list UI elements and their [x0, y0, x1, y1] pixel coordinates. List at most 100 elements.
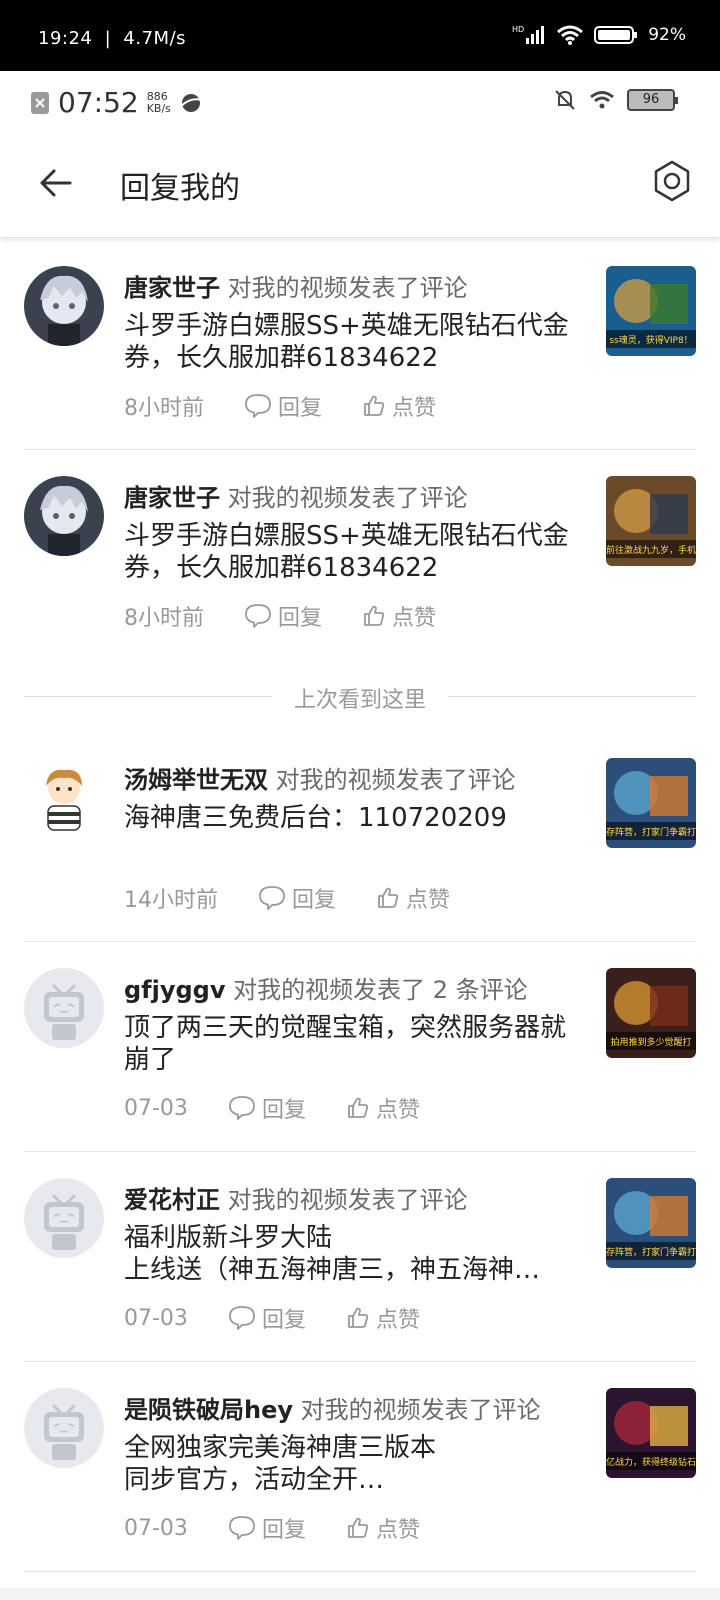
avatar[interactable] — [24, 1388, 104, 1468]
reply-time: 07-03 — [124, 1305, 188, 1331]
comment-content[interactable]: 海神唐三免费后台：110720209 — [124, 802, 584, 834]
like-button[interactable]: 点赞 — [362, 390, 436, 422]
reply-item[interactable]: 唐家世子 对我的视频发表了评论斗罗手游白嫖服SS+英雄无限钻石代金券，长久服加群… — [0, 450, 720, 660]
video-thumbnail[interactable]: 存阵营，打家门争霸打 — [606, 1178, 696, 1268]
reply-item[interactable]: 唐家世子 对我的视频发表了评论斗罗手游白嫖服SS+英雄无限钻石代金券，长久服加群… — [0, 240, 720, 450]
reply-label: 回复 — [261, 1518, 306, 1543]
reply-button[interactable]: 回复 — [228, 1092, 306, 1124]
last-seen-label: 上次看到这里 — [293, 688, 426, 713]
reply-item[interactable]: 是陨铁破局hey 对我的视频发表了评论全网独家完美海神唐三版本 同步官方，活动全… — [0, 1362, 720, 1572]
like-icon — [364, 395, 385, 416]
system-time: 19:24 — [38, 28, 93, 49]
video-thumbnail[interactable]: ss魂灵，获得VIP8！ — [606, 266, 696, 356]
reply-icon — [229, 1306, 255, 1330]
video-thumbnail[interactable]: 拍用推到多少觉醒打 — [606, 968, 696, 1058]
reply-header: 是陨铁破局hey 对我的视频发表了评论 — [124, 1390, 541, 1425]
reply-button[interactable]: 回复 — [228, 1302, 306, 1334]
reply-time: 8小时前 — [124, 606, 204, 631]
reply-list: 唐家世子 对我的视频发表了评论斗罗手游白嫖服SS+英雄无限钻石代金券，长久服加群… — [0, 240, 720, 1572]
like-icon — [378, 887, 399, 908]
back-arrow-icon[interactable] — [36, 163, 76, 203]
like-button[interactable]: 点赞 — [376, 882, 450, 914]
reply-time: 8小时前 — [124, 396, 204, 421]
thumb-caption: ss魂灵，获得VIP8！ — [609, 334, 692, 346]
planet-icon — [180, 93, 202, 112]
reply-header: gfjyggv 对我的视频发表了 2 条评论 — [124, 970, 528, 1005]
cartoon-avatar-icon — [24, 758, 104, 838]
thumb-caption: 拍用推到多少觉醒打 — [610, 1036, 691, 1048]
video-thumbnail[interactable]: 亿战力，获得终级钻石 — [606, 1388, 696, 1478]
battery-percent: 92% — [648, 25, 686, 45]
comment-content[interactable]: 斗罗手游白嫖服SS+英雄无限钻石代金券，长久服加群61834622 — [124, 520, 584, 584]
reply-button[interactable]: 回复 — [244, 600, 322, 632]
reply-header: 汤姆举世无双 对我的视频发表了评论 — [124, 760, 516, 795]
last-seen-divider: 上次看到这里 — [0, 660, 720, 732]
notification-x-icon — [31, 91, 49, 114]
reply-icon — [229, 1516, 255, 1540]
reply-meta: 14小时前 回复 点赞 — [124, 882, 490, 914]
reply-icon — [259, 886, 285, 910]
avatar[interactable] — [24, 1178, 104, 1258]
system-status-bar: 19:24 | 4.7M/s HD 92% — [0, 0, 720, 71]
reply-header: 爱花村正 对我的视频发表了评论 — [124, 1180, 468, 1215]
user-name[interactable]: 爱花村正 — [124, 1186, 220, 1214]
reply-button[interactable]: 回复 — [228, 1512, 306, 1544]
like-icon — [364, 605, 385, 626]
anime-avatar-icon — [24, 266, 104, 346]
network-speed: 4.7M/s — [123, 28, 187, 49]
default-tv-avatar-icon — [24, 1178, 104, 1258]
reply-button[interactable]: 回复 — [244, 390, 322, 422]
like-label: 点赞 — [406, 888, 451, 913]
reply-item[interactable]: 汤姆举世无双 对我的视频发表了评论海神唐三免费后台：110720209 14小时前… — [0, 732, 720, 942]
settings-hexagon-icon[interactable] — [650, 159, 694, 203]
reply-action-text: 对我的视频发表了评论 — [227, 1186, 468, 1214]
reply-action-text: 对我的视频发表了 2 条评论 — [233, 976, 528, 1004]
thumb-caption: 存阵营，打家门争霸打 — [606, 826, 696, 838]
like-label: 点赞 — [392, 606, 437, 631]
reply-meta: 07-03 回复 点赞 — [124, 1512, 460, 1544]
reply-label: 回复 — [278, 396, 323, 421]
reply-header: 唐家世子 对我的视频发表了评论 — [124, 478, 468, 513]
user-name[interactable]: 是陨铁破局hey — [124, 1396, 293, 1424]
avatar[interactable] — [24, 266, 104, 346]
user-name[interactable]: 唐家世子 — [124, 484, 220, 512]
anime-avatar-icon — [24, 476, 104, 556]
reply-action-text: 对我的视频发表了评论 — [275, 766, 516, 794]
secondary-status-left: 07:52 886 KB/s — [30, 86, 203, 119]
reply-time: 14小时前 — [124, 888, 218, 913]
user-name[interactable]: gfjyggv — [124, 976, 226, 1004]
reply-label: 回复 — [278, 606, 323, 631]
comment-content[interactable]: 顶了两三天的觉醒宝箱，突然服务器就崩了 — [124, 1012, 584, 1076]
comment-content[interactable]: 斗罗手游白嫖服SS+英雄无限钻石代金券，长久服加群61834622 — [124, 310, 584, 374]
reply-header: 唐家世子 对我的视频发表了评论 — [124, 268, 468, 303]
video-thumbnail[interactable]: 存阵营，打家门争霸打 — [606, 758, 696, 848]
thumb-caption: 亿战力，获得终级钻石 — [606, 1456, 696, 1468]
reply-action-text: 对我的视频发表了评论 — [227, 484, 468, 512]
avatar[interactable] — [24, 476, 104, 556]
reply-item[interactable]: gfjyggv 对我的视频发表了 2 条评论顶了两三天的觉醒宝箱，突然服务器就崩… — [0, 942, 720, 1152]
system-indicators: HD 92% — [512, 24, 686, 46]
reply-time: 07-03 — [124, 1095, 188, 1121]
like-button[interactable]: 点赞 — [362, 600, 436, 632]
comment-content[interactable]: 全网独家完美海神唐三版本 同步官方，活动全开… — [124, 1432, 584, 1496]
reply-item[interactable]: 爱花村正 对我的视频发表了评论福利版新斗罗大陆 上线送（神五海神唐三，神五海神…… — [0, 1152, 720, 1362]
like-icon — [348, 1097, 369, 1118]
avatar[interactable] — [24, 758, 104, 838]
like-button[interactable]: 点赞 — [346, 1092, 420, 1124]
like-button[interactable]: 点赞 — [346, 1512, 420, 1544]
user-name[interactable]: 汤姆举世无双 — [124, 766, 268, 794]
like-button[interactable]: 点赞 — [346, 1302, 420, 1334]
video-thumbnail[interactable]: 前往激战九九岁，手机 — [606, 476, 696, 566]
avatar[interactable] — [24, 968, 104, 1048]
page-title: 回复我的 — [120, 171, 240, 206]
bottom-edge — [0, 1588, 720, 1600]
reply-action-text: 对我的视频发表了评论 — [300, 1396, 541, 1424]
user-name[interactable]: 唐家世子 — [124, 274, 220, 302]
thumb-caption: 存阵营，打家门争霸打 — [606, 1246, 696, 1258]
signal-icon: HD — [512, 25, 545, 44]
reply-button[interactable]: 回复 — [258, 882, 336, 914]
reply-icon — [245, 394, 271, 418]
default-tv-avatar-icon — [24, 1388, 104, 1468]
reply-label: 回复 — [261, 1098, 306, 1123]
comment-content[interactable]: 福利版新斗罗大陆 上线送（神五海神唐三，神五海神… — [124, 1222, 584, 1286]
